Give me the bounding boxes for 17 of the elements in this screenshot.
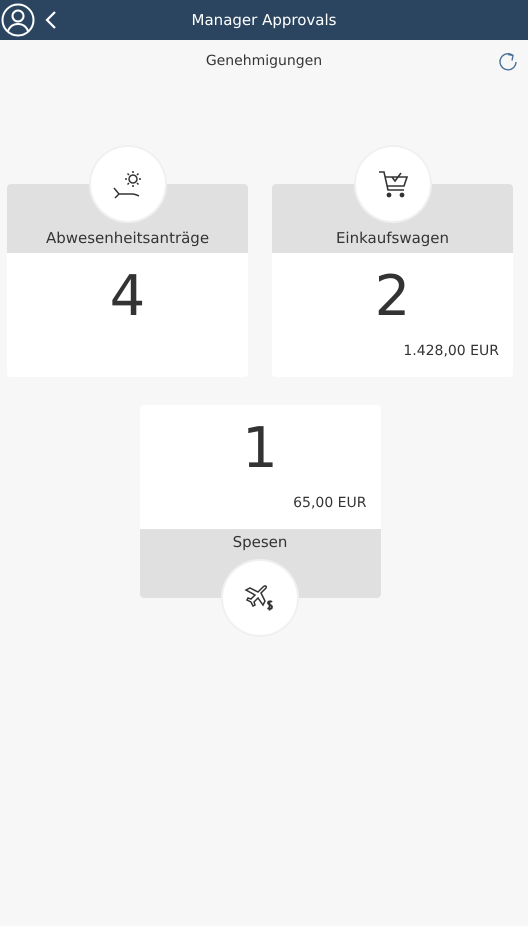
tile-title: Spesen	[232, 533, 288, 551]
section-title: Genehmigungen	[206, 53, 322, 69]
count: 2	[374, 263, 410, 331]
refresh-icon[interactable]	[498, 52, 518, 72]
amount: 65,00 EUR	[293, 495, 366, 511]
tile-body[interactable]: 4	[7, 253, 248, 377]
tile-body[interactable]: 1 65,00 EUR	[140, 405, 380, 529]
page-title: Manager Approvals	[190, 11, 338, 29]
tile-title: Abwesenheitsanträge	[46, 229, 210, 247]
amount: 1.428,00 EUR	[403, 343, 499, 359]
back-icon[interactable]	[45, 11, 57, 29]
cart-check-icon	[376, 169, 408, 199]
tile-title: Einkaufswagen	[336, 229, 450, 247]
profile-icon[interactable]	[1, 3, 35, 37]
tile-body[interactable]: 2 1.428,00 EUR	[272, 253, 513, 377]
count: 1	[242, 415, 278, 483]
count: 4	[110, 263, 146, 331]
